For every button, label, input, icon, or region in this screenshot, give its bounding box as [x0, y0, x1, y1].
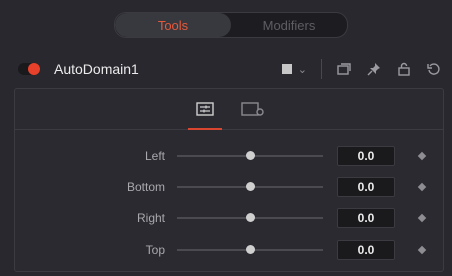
settings-icon [241, 102, 264, 116]
value-field[interactable]: 0.0 [337, 146, 395, 166]
control-row-right: Right 0.0 [15, 206, 443, 230]
panel-tabs [15, 89, 443, 130]
lock-icon[interactable] [396, 61, 412, 77]
tab-settings[interactable] [236, 95, 270, 123]
color-swatch-icon[interactable] [281, 64, 292, 74]
tab-modifiers[interactable]: Modifiers [231, 13, 347, 37]
reset-icon[interactable] [426, 61, 442, 77]
tab-tools[interactable]: Tools [115, 13, 231, 37]
control-row-bottom: Bottom 0.0 [15, 175, 443, 199]
pin-icon[interactable] [366, 61, 382, 77]
slider-track[interactable] [177, 182, 323, 191]
header-divider [321, 59, 322, 79]
controls-panel: Left 0.0 Bottom 0.0 Right 0.0 Top 0.0 [14, 88, 444, 272]
control-label: Left [144, 149, 165, 163]
control-label: Right [136, 211, 165, 225]
slider-track[interactable] [177, 245, 323, 254]
toggle-dot [28, 63, 40, 75]
node-header: AutoDomain1 ⌄ [14, 52, 444, 86]
slider-track[interactable] [177, 213, 323, 222]
slider-track[interactable] [177, 151, 323, 160]
slider-thumb[interactable] [246, 182, 255, 191]
slider-thumb[interactable] [246, 213, 255, 222]
tab-controls[interactable] [188, 95, 222, 130]
keyframe-diamond-icon[interactable] [417, 245, 427, 255]
slider-thumb[interactable] [246, 245, 255, 254]
control-row-left: Left 0.0 [15, 144, 443, 168]
node-name: AutoDomain1 [54, 61, 139, 77]
value-field[interactable]: 0.0 [337, 240, 395, 260]
keyframe-diamond-icon[interactable] [417, 151, 427, 161]
inspector-tab-switch: Tools Modifiers [114, 12, 348, 38]
node-enable-toggle[interactable] [18, 63, 40, 75]
keyframe-diamond-icon[interactable] [417, 182, 427, 192]
collapse-icon[interactable] [336, 61, 352, 77]
control-label: Top [145, 243, 165, 257]
slider-thumb[interactable] [246, 151, 255, 160]
value-field[interactable]: 0.0 [337, 177, 395, 197]
value-field[interactable]: 0.0 [337, 208, 395, 228]
control-label: Bottom [126, 180, 165, 194]
chevron-down-icon[interactable]: ⌄ [298, 63, 307, 76]
header-tools: ⌄ [281, 59, 444, 79]
keyframe-diamond-icon[interactable] [417, 213, 427, 223]
control-row-top: Top 0.0 [15, 238, 443, 262]
controls-icon [196, 102, 214, 116]
